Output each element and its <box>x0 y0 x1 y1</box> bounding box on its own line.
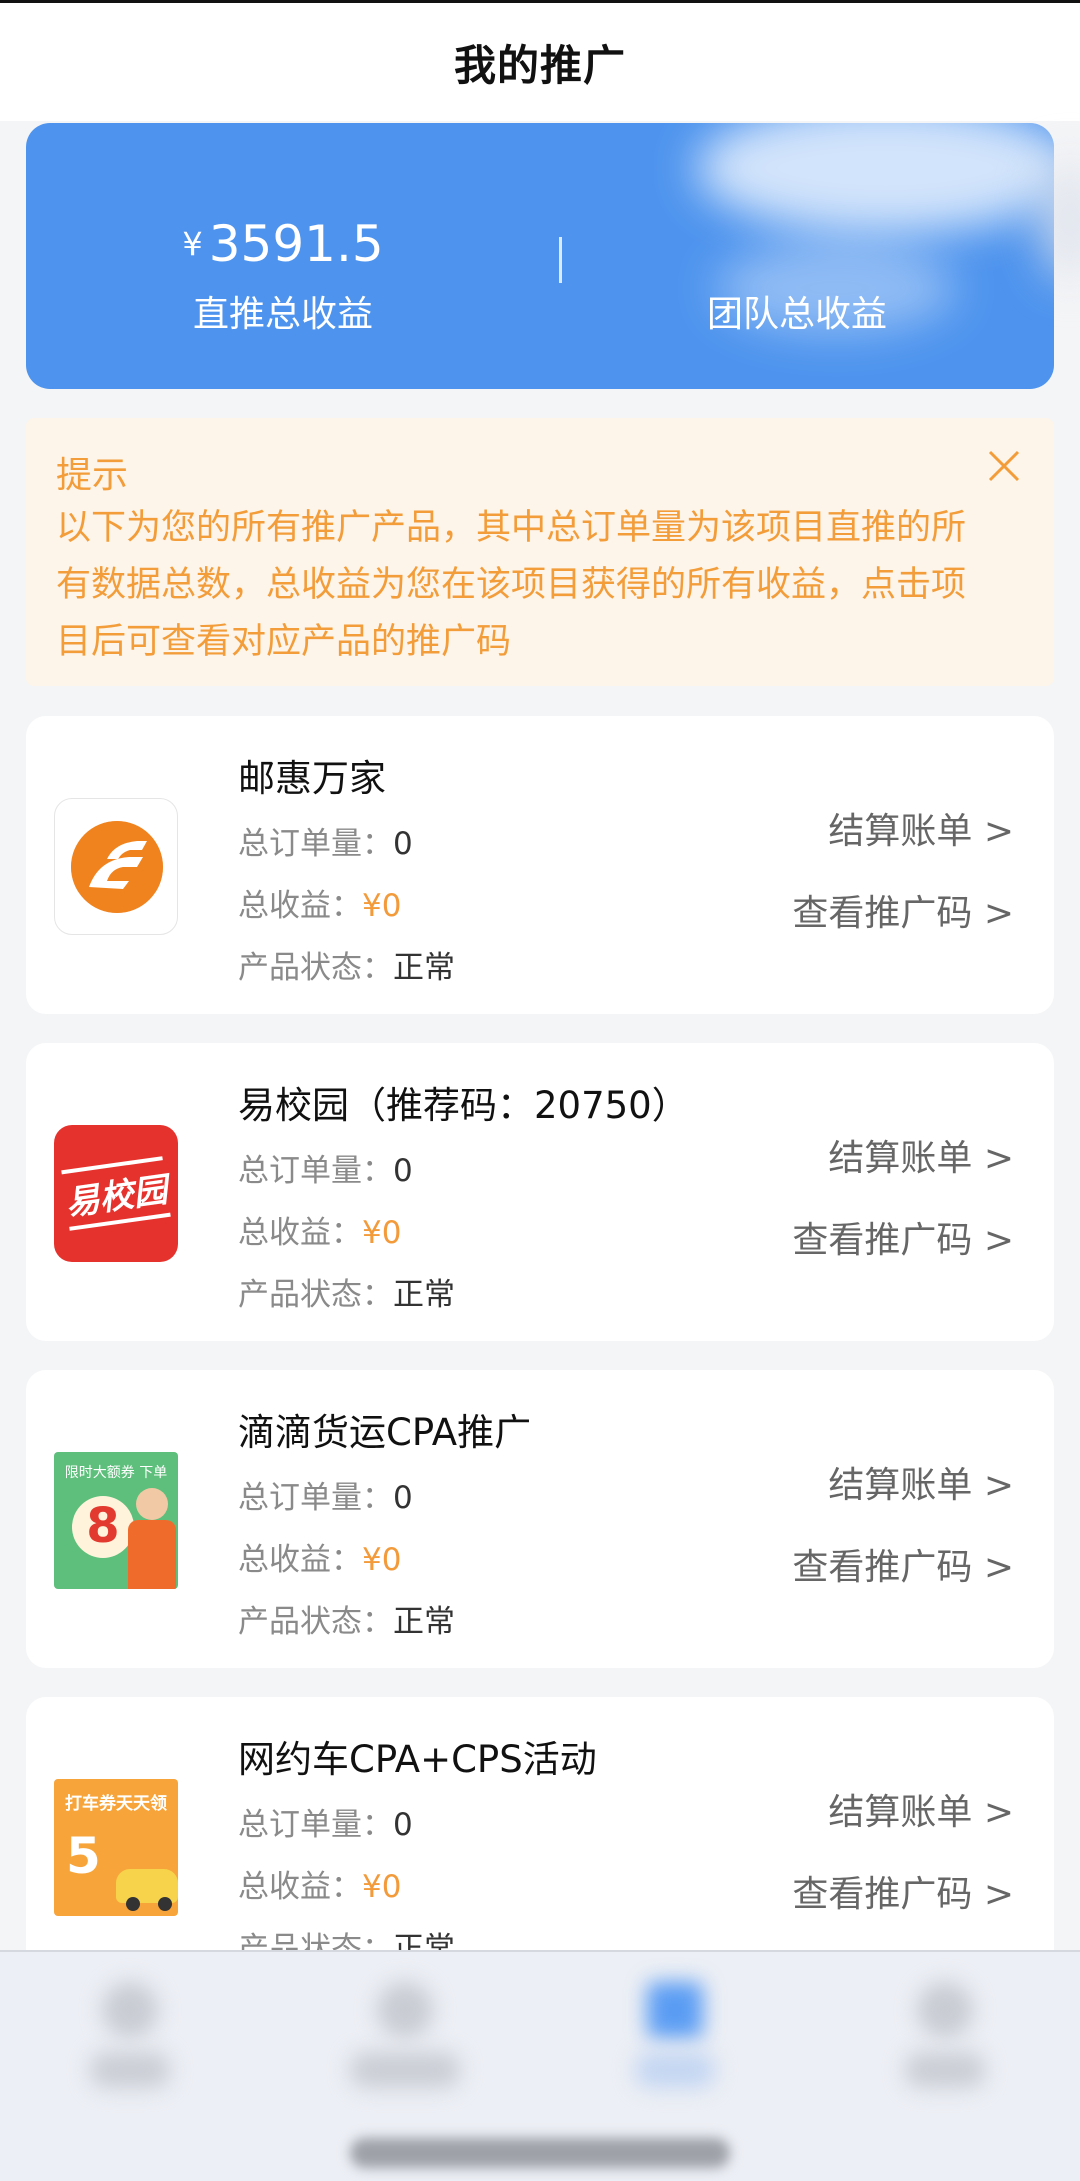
settlement-bill-link[interactable]: 结算账单 > <box>828 1129 1014 1181</box>
tab-2[interactable] <box>350 1982 460 2102</box>
tip-title: 提示 <box>56 455 129 496</box>
youhui-app-icon <box>54 798 178 935</box>
view-promo-code-link[interactable]: 查看推广码 > <box>792 884 1014 936</box>
tab-1[interactable] <box>80 1982 180 2102</box>
status-row: 产品状态：正常 <box>238 950 455 986</box>
ride-hailing-icon: 打车券天天领 5 <box>54 1779 178 1916</box>
direct-earnings-amount: ¥3591.5 <box>182 215 384 273</box>
orders-row: 总订单量：0 <box>238 1153 413 1189</box>
tab-icon <box>647 1982 703 2038</box>
product-name: 邮惠万家 <box>238 757 386 800</box>
settlement-bill-link[interactable]: 结算账单 > <box>828 1456 1014 1508</box>
tip-text: 以下为您的所有推广产品，其中总订单量为该项目直推的所有数据总数，总收益为您在该项… <box>56 508 967 662</box>
home-indicator <box>350 2138 730 2168</box>
settlement-bill-link[interactable]: 结算账单 > <box>828 1783 1014 1835</box>
view-promo-code-link[interactable]: 查看推广码 > <box>792 1538 1014 1590</box>
settlement-bill-link[interactable]: 结算账单 > <box>828 802 1014 854</box>
tab-3[interactable] <box>625 1982 725 2102</box>
product-name: 易校园（推荐码：20750） <box>238 1084 689 1127</box>
view-promo-code-link[interactable]: 查看推广码 > <box>792 1211 1014 1263</box>
product-card[interactable]: 限时大额券 下单 8 滴滴货运CPA推广 总订单量：0 总收益：¥0 产品状态：… <box>26 1370 1054 1668</box>
orders-row: 总订单量：0 <box>238 826 413 862</box>
team-earnings-label: 团队总收益 <box>706 294 887 335</box>
orders-row: 总订单量：0 <box>238 1807 413 1843</box>
tab-label <box>635 2052 715 2088</box>
product-name: 网约车CPA+CPS活动 <box>238 1738 597 1781</box>
income-row: 总收益：¥0 <box>238 1215 402 1251</box>
tip-banner: 提示 以下为您的所有推广产品，其中总订单量为该项目直推的所有数据总数，总收益为您… <box>26 418 1054 686</box>
product-card[interactable]: 易校园 易校园（推荐码：20750） 总订单量：0 总收益：¥0 产品状态：正常… <box>26 1043 1054 1341</box>
income-row: 总收益：¥0 <box>238 888 402 924</box>
status-row: 产品状态：正常 <box>238 1277 455 1313</box>
tab-label <box>905 2052 985 2088</box>
orders-row: 总订单量：0 <box>238 1480 413 1516</box>
page-title: 我的推广 <box>453 40 626 90</box>
income-row: 总收益：¥0 <box>238 1542 402 1578</box>
tab-label <box>90 2052 170 2088</box>
didi-freight-icon: 限时大额券 下单 8 <box>54 1452 178 1589</box>
tab-icon <box>377 1982 433 2038</box>
tab-icon <box>917 1982 973 2038</box>
status-row: 产品状态：正常 <box>238 1604 455 1640</box>
direct-earnings-label: 直推总收益 <box>192 294 373 335</box>
tab-icon <box>102 1982 158 2038</box>
close-icon[interactable] <box>984 446 1024 486</box>
earnings-card: ¥3591.5 直推总收益 团队总收益 <box>26 123 1054 389</box>
nav-bar: 我的推广 <box>0 3 1080 121</box>
view-promo-code-link[interactable]: 查看推广码 > <box>792 1865 1014 1917</box>
income-row: 总收益：¥0 <box>238 1869 402 1905</box>
tab-label <box>350 2052 460 2088</box>
product-name: 滴滴货运CPA推广 <box>238 1411 532 1454</box>
direct-earnings[interactable]: ¥3591.5 直推总收益 <box>26 123 540 389</box>
tab-4[interactable] <box>895 1982 995 2102</box>
team-earnings[interactable]: 团队总收益 <box>540 123 1054 389</box>
product-card[interactable]: 邮惠万家 总订单量：0 总收益：¥0 产品状态：正常 结算账单 > 查看推广码 … <box>26 716 1054 1014</box>
yixiaoyuan-app-icon: 易校园 <box>54 1125 178 1262</box>
